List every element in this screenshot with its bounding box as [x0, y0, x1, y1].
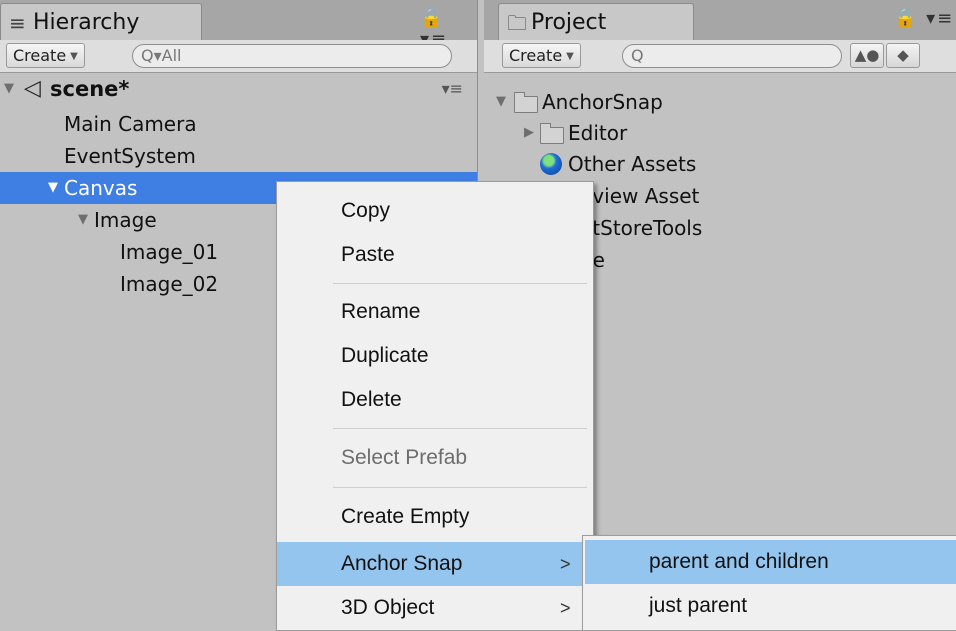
project-create-label: Create — [509, 46, 563, 65]
filter-type-icon: ▲● — [854, 46, 880, 64]
project-item-label: Editor — [568, 121, 628, 145]
context-menu: Copy Paste Rename Duplicate Delete Selec… — [276, 181, 594, 631]
submenu-item-label: just parent — [649, 594, 748, 617]
scene-menu-icon[interactable]: ▾≡ — [442, 73, 463, 105]
menu-item-label: 3D Object — [341, 596, 435, 619]
hierarchy-search-value: All — [161, 46, 182, 65]
menu-item-label: Delete — [341, 388, 402, 411]
expand-triangle-icon[interactable]: ▼ — [496, 86, 506, 118]
project-tab-bar: 🗀 Project 🔒 ▾≡ — [484, 0, 956, 40]
menu-item-label: Duplicate — [341, 344, 429, 367]
anchor-snap-submenu: parent and children just parent — [582, 535, 956, 631]
menu-item-label: Select Prefab — [341, 446, 468, 469]
menu-item-label: Rename — [341, 300, 421, 323]
unity-logo-icon: ◁ — [24, 76, 41, 101]
submenu-item-parent-and-children[interactable]: parent and children — [585, 540, 956, 584]
scene-label: scene* — [50, 77, 130, 101]
hierarchy-item-label: Main Camera — [64, 112, 197, 136]
hierarchy-item-main-camera[interactable]: Main Camera — [0, 108, 477, 140]
menu-item-label: Paste — [341, 243, 395, 266]
hierarchy-item-label: Image_02 — [120, 272, 219, 296]
project-item-label: AnchorSnap — [542, 90, 663, 114]
filter-by-type-button[interactable]: ▲● — [850, 43, 884, 68]
folder-icon — [514, 92, 538, 113]
project-item-label: etStoreTools — [580, 216, 703, 240]
menu-item-select-prefab: Select Prefab — [277, 436, 593, 480]
collapse-triangle-icon[interactable]: ▶ — [524, 117, 534, 149]
submenu-arrow-icon: > — [560, 554, 571, 574]
menu-item-3d-object[interactable]: 3D Object > — [277, 586, 593, 630]
hierarchy-create-button[interactable]: Create ▼ — [6, 43, 85, 68]
menu-item-label: Anchor Snap — [341, 552, 463, 575]
list-icon: ≡ — [9, 11, 26, 35]
menu-item-anchor-snap[interactable]: Anchor Snap > — [277, 542, 593, 586]
menu-item-copy[interactable]: Copy — [277, 189, 593, 233]
project-item-anchorsnap[interactable]: ▼ AnchorSnap — [484, 86, 956, 118]
hierarchy-item-eventsystem[interactable]: EventSystem — [0, 140, 477, 172]
project-item-label: Other Assets — [568, 152, 697, 176]
menu-item-create-empty[interactable]: Create Empty — [277, 495, 593, 539]
dropdown-caret-icon: ▼ — [566, 51, 574, 62]
project-item-editor[interactable]: ▶ Editor — [484, 117, 956, 149]
search-icon: Q — [631, 46, 644, 65]
menu-item-delete[interactable]: Delete — [277, 378, 593, 422]
expand-triangle-icon[interactable]: ▼ — [78, 204, 88, 236]
folder-icon — [540, 123, 564, 144]
lock-menu-icon[interactable]: 🔒 ▾≡ — [894, 8, 954, 29]
tag-icon: ◆ — [897, 46, 909, 64]
hierarchy-item-label: Canvas — [64, 176, 138, 200]
project-search-input[interactable]: Q — [622, 44, 842, 68]
submenu-item-just-parent[interactable]: just parent — [585, 584, 956, 628]
hierarchy-item-label: Image_01 — [120, 240, 219, 264]
menu-separator — [333, 283, 587, 284]
project-toolbar: Create ▼ Q ▲● ◆ — [484, 40, 956, 73]
menu-separator — [333, 428, 587, 429]
tab-hierarchy-label: Hierarchy — [33, 10, 140, 35]
filter-by-label-button[interactable]: ◆ — [886, 43, 920, 68]
hierarchy-toolbar: Create ▼ Q▾All — [0, 40, 477, 73]
project-create-button[interactable]: Create ▼ — [502, 43, 581, 68]
submenu-arrow-icon: > — [560, 598, 571, 618]
scene-row[interactable]: ▼ ◁ scene* ▾≡ — [0, 73, 477, 105]
project-item-label: eview Asset — [580, 184, 700, 208]
submenu-item-label: parent and children — [649, 550, 829, 573]
hierarchy-item-label: EventSystem — [64, 144, 196, 168]
hierarchy-tab-bar: ≡ Hierarchy 🔒 ▾≡ — [0, 0, 477, 50]
menu-item-rename[interactable]: Rename — [277, 290, 593, 334]
hierarchy-search-input[interactable]: Q▾All — [132, 44, 452, 68]
expand-triangle-icon[interactable]: ▼ — [48, 172, 58, 204]
hierarchy-item-label: Image — [94, 208, 157, 232]
dropdown-caret-icon: ▼ — [70, 51, 78, 62]
menu-separator — [333, 487, 587, 488]
tab-project-label: Project — [531, 10, 607, 35]
hierarchy-create-label: Create — [13, 46, 67, 65]
tab-hierarchy[interactable]: ≡ Hierarchy — [0, 3, 202, 40]
search-icon: Q▾ — [141, 46, 162, 65]
menu-item-paste[interactable]: Paste — [277, 233, 593, 277]
globe-asset-icon — [540, 153, 562, 175]
folder-tab-icon: 🗀 — [507, 11, 527, 35]
project-item-other-assets[interactable]: Other Assets — [484, 148, 956, 180]
menu-item-label: Copy — [341, 199, 391, 222]
menu-item-label: Create Empty — [341, 505, 470, 528]
tab-project[interactable]: 🗀 Project — [498, 3, 694, 40]
expand-triangle-icon[interactable]: ▼ — [4, 73, 14, 105]
menu-item-duplicate[interactable]: Duplicate — [277, 334, 593, 378]
